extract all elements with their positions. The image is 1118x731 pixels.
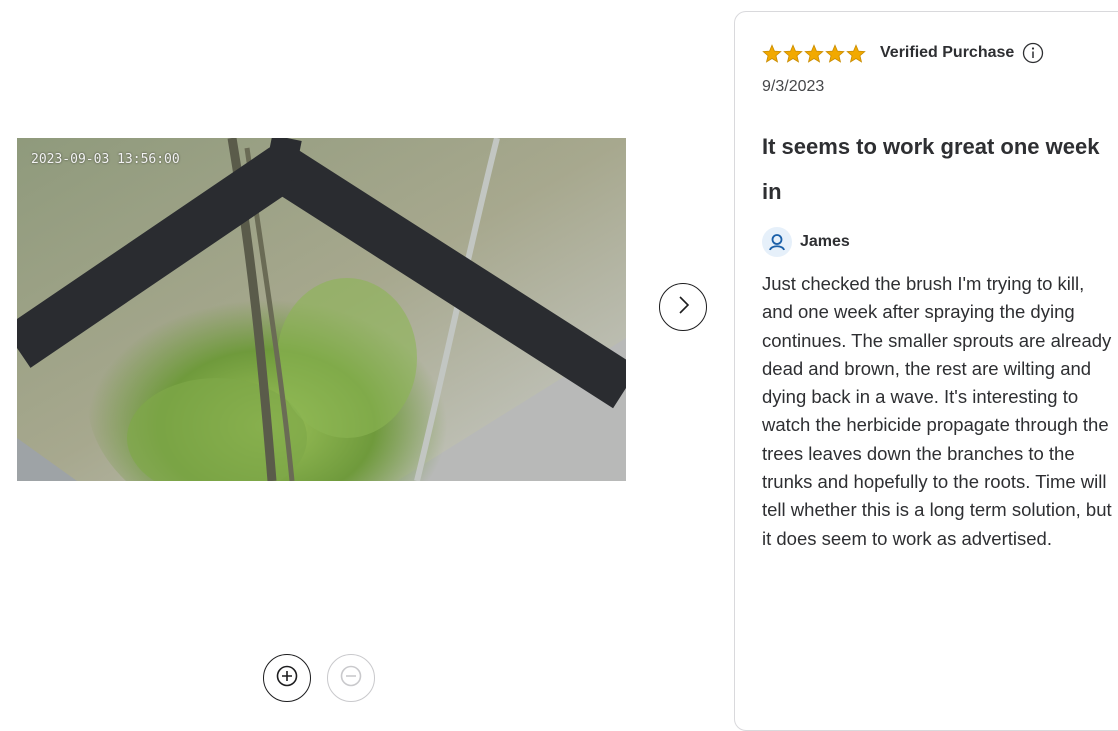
review-panel: Verified Purchase 9/3/2023 It seems to w…: [734, 11, 1118, 731]
zoom-out-icon: [340, 655, 362, 692]
zoom-in-button[interactable]: [263, 654, 311, 702]
zoom-in-icon: [276, 655, 298, 692]
star-icon: [825, 43, 845, 63]
star-icon: [762, 43, 782, 63]
photo-timestamp: 2023-09-03 13:56:00: [31, 152, 180, 167]
info-icon[interactable]: [1022, 42, 1044, 64]
zoom-out-button[interactable]: [327, 654, 375, 702]
chevron-right-icon: [675, 295, 691, 320]
verified-purchase-label: Verified Purchase: [880, 44, 1015, 61]
star-icon: [846, 43, 866, 63]
star-icon: [783, 43, 803, 63]
review-photo-image: [17, 138, 626, 481]
author-name: James: [800, 233, 850, 250]
review-author: James: [762, 227, 850, 257]
review-body: Just checked the brush I'm trying to kil…: [762, 273, 1112, 549]
rating-row: Verified Purchase: [762, 42, 1044, 64]
star-icon: [804, 43, 824, 63]
review-title: It seems to work great one week in: [762, 134, 1100, 204]
review-photo[interactable]: 2023-09-03 13:56:00: [17, 138, 626, 481]
review-date: 9/3/2023: [762, 78, 825, 95]
star-rating: [762, 43, 866, 63]
next-image-button[interactable]: [659, 283, 707, 331]
user-icon: [762, 227, 792, 257]
